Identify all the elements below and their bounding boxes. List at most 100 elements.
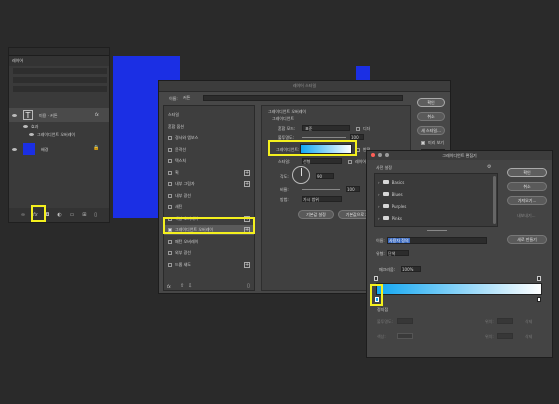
- preview-checkbox[interactable]: 미리 보기: [421, 140, 444, 146]
- close-icon[interactable]: [371, 153, 375, 157]
- style-checkbox[interactable]: [168, 193, 172, 198]
- eye-icon[interactable]: [29, 133, 34, 136]
- type-select[interactable]: 단색: [387, 250, 409, 256]
- export-button[interactable]: 내보내기...: [517, 213, 536, 219]
- adjustment-icon[interactable]: ◐: [57, 212, 61, 218]
- angle-dial[interactable]: [292, 166, 310, 184]
- style-item-7[interactable]: 내부 광선: [164, 191, 254, 201]
- style-checkbox[interactable]: [168, 251, 172, 255]
- import-button[interactable]: 가져오기...: [507, 196, 547, 205]
- ok-button[interactable]: 확인: [417, 98, 445, 107]
- preset-folder[interactable]: › Purples: [375, 201, 497, 211]
- style-item-1[interactable]: 혼합 옵션: [164, 122, 254, 132]
- style-checkbox[interactable]: [168, 205, 172, 209]
- color-stop-right[interactable]: [537, 297, 541, 302]
- scale-slider[interactable]: [302, 189, 340, 190]
- color-delete-button[interactable]: 삭제: [525, 334, 532, 340]
- opacity-stop-right[interactable]: [537, 276, 541, 281]
- dither-checkbox[interactable]: 디더: [356, 126, 370, 132]
- style-item-label: 획: [175, 169, 179, 175]
- layer-filter-bar[interactable]: [13, 68, 107, 74]
- ge-name-field[interactable]: 사용자 정의: [387, 237, 487, 244]
- gradient-bar[interactable]: [376, 283, 542, 295]
- add-effect-icon[interactable]: +: [244, 261, 250, 268]
- chevron-right-icon[interactable]: ›: [378, 180, 380, 185]
- presets-size-slider[interactable]: [427, 230, 447, 231]
- layer-gradient-overlay-row[interactable]: 그레이디언트 오버레이: [9, 131, 109, 138]
- window-controls[interactable]: [371, 153, 389, 157]
- style-item-12[interactable]: 외부 광선: [164, 248, 254, 258]
- smoothness-select[interactable]: 100%: [401, 266, 421, 272]
- angle-input[interactable]: 90: [316, 173, 334, 179]
- move-up-icon[interactable]: ⇧: [180, 283, 184, 289]
- move-down-icon[interactable]: ⇩: [188, 283, 192, 289]
- color-location-input[interactable]: [497, 333, 513, 339]
- style-item-4[interactable]: 텍스처: [164, 156, 254, 166]
- style-checkbox[interactable]: [168, 239, 172, 244]
- blend-mode-select[interactable]: 표준: [302, 125, 350, 131]
- default-button[interactable]: 기본값 설정: [298, 210, 334, 219]
- folder-icon[interactable]: ▭: [70, 212, 75, 218]
- style-checkbox[interactable]: [168, 170, 172, 175]
- new-gradient-button[interactable]: 새로 만들기: [507, 235, 547, 244]
- layer-blend-bar[interactable]: [13, 77, 107, 83]
- chevron-right-icon[interactable]: ›: [378, 216, 380, 221]
- style-item-6[interactable]: 내부 그림자 +: [164, 179, 254, 189]
- fx-badge[interactable]: fx: [95, 112, 99, 117]
- opacity-stop-left[interactable]: [374, 276, 378, 281]
- opacity-slider[interactable]: [302, 137, 346, 138]
- new-style-button[interactable]: 새 스타일...: [417, 126, 445, 135]
- style-checkbox[interactable]: [168, 147, 172, 152]
- chevron-right-icon[interactable]: ›: [378, 204, 380, 209]
- ge-ok-button[interactable]: 확인: [507, 168, 547, 177]
- layers-tab[interactable]: 레이어: [9, 56, 109, 66]
- mask-icon[interactable]: ◘: [46, 212, 50, 218]
- style-name-field[interactable]: [203, 95, 403, 101]
- new-layer-icon[interactable]: ⊞: [82, 212, 86, 218]
- presets-scrollbar[interactable]: [493, 176, 496, 224]
- layer-row-text[interactable]: T 미용 · 커튼 fx: [9, 108, 109, 122]
- style-item-3[interactable]: 윤곽선: [164, 145, 254, 155]
- style-checkbox[interactable]: [168, 182, 172, 186]
- cancel-button[interactable]: 취소: [417, 112, 445, 121]
- stop-opacity-input[interactable]: [397, 318, 413, 324]
- style-item-0[interactable]: 스타일: [164, 110, 254, 120]
- zoom-icon[interactable]: [385, 153, 389, 157]
- eye-icon[interactable]: [12, 113, 17, 117]
- style-item-13[interactable]: 드롭 섀도 +: [164, 260, 254, 270]
- stop-color-swatch[interactable]: [397, 333, 413, 339]
- stop-location-input[interactable]: [497, 318, 513, 324]
- ge-cancel-button[interactable]: 취소: [507, 182, 547, 191]
- trash-icon[interactable]: ▯: [94, 212, 97, 218]
- layer-row-background[interactable]: 배경 🔒: [9, 142, 109, 156]
- method-select[interactable]: 가시 범위: [302, 196, 342, 202]
- layer-lock-bar[interactable]: [13, 86, 107, 92]
- style-item-2[interactable]: 경사와 엠보스: [164, 133, 254, 143]
- fx-footer-icon[interactable]: fx: [167, 284, 171, 289]
- style-item-5[interactable]: 획 +: [164, 168, 254, 178]
- add-effect-icon[interactable]: +: [244, 169, 250, 176]
- preset-folder[interactable]: › Blues: [375, 189, 497, 199]
- layer-thumbnail: [23, 143, 35, 155]
- presets-list: › Basics › Blues › Purples › Pinks: [374, 173, 498, 227]
- preset-folder[interactable]: › Pinks: [375, 213, 497, 223]
- stop-delete-button[interactable]: 삭제: [525, 319, 532, 325]
- scale-input[interactable]: 100: [346, 186, 360, 192]
- style-checkbox[interactable]: [168, 262, 172, 267]
- preset-folder[interactable]: › Basics: [375, 177, 497, 187]
- eye-icon[interactable]: [23, 125, 28, 128]
- gear-icon[interactable]: ⚙: [487, 164, 491, 170]
- style-checkbox[interactable]: [168, 159, 172, 163]
- layer-effects-row[interactable]: 효과: [9, 123, 109, 130]
- style-checkbox[interactable]: [168, 136, 172, 140]
- style-select[interactable]: 선형: [302, 158, 342, 164]
- style-item-11[interactable]: 패턴 오버레이: [164, 237, 254, 247]
- chevron-right-icon[interactable]: ›: [378, 192, 380, 197]
- minimize-icon[interactable]: [378, 153, 382, 157]
- add-effect-icon[interactable]: +: [244, 181, 250, 187]
- style-item-8[interactable]: 새틴: [164, 202, 254, 212]
- trash-icon[interactable]: ▯: [247, 283, 250, 289]
- eye-icon[interactable]: [12, 147, 17, 151]
- link-icon[interactable]: ∞: [21, 212, 25, 218]
- gradient-editor-dialog: 그레이디언트 편집기 사전 설정 ⚙ › Basics › Blues › Purples…: [366, 150, 553, 358]
